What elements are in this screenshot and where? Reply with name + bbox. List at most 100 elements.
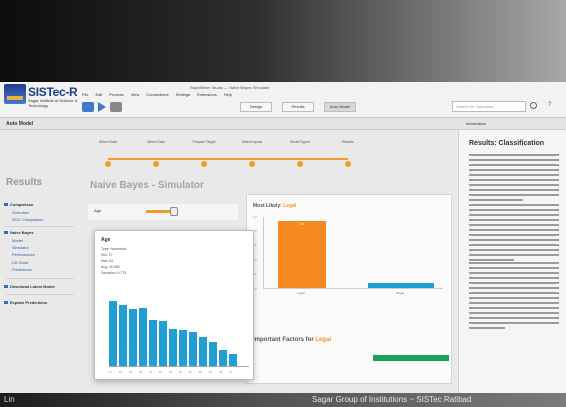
sidebar-item-simulator[interactable]: Simulator <box>12 245 29 250</box>
logo-subtitle: Sagar Institute of Science & Technology <box>28 98 78 108</box>
sidebar-divider <box>6 294 74 295</box>
histogram-bar <box>169 328 178 366</box>
histogram-bar <box>119 304 128 366</box>
most-likely-panel: Most Likely: Legal 0.93 Important Factor… <box>246 194 452 384</box>
step-select-task[interactable]: Select Task <box>136 140 176 172</box>
histogram-tick-label: 67 <box>209 371 212 374</box>
tooltip-stat: Deviation: 9.775 <box>101 271 127 275</box>
tooltip-stat: Type: Numerical <box>101 247 127 251</box>
stop-icon[interactable] <box>110 102 122 112</box>
sidebar-item-naive-bayes[interactable]: Naive Bayes <box>4 230 34 235</box>
information-panel: Results: Classification <box>458 130 566 393</box>
step-dot-icon[interactable] <box>345 161 351 167</box>
histogram-bar <box>209 342 218 366</box>
sidebar-item-performance[interactable]: Performance <box>12 252 35 257</box>
menu-item-connections[interactable]: Connections <box>146 92 168 97</box>
panel-header: Auto Model Information <box>0 118 566 130</box>
page-title: Naive Bayes - Simulator <box>90 180 204 191</box>
important-factor-bar <box>373 355 449 361</box>
sidebar-item-model[interactable]: Model <box>12 238 23 243</box>
attribute-tooltip: Age Type: Numerical Min: 17 Max: 81 Avg: 40… <box>94 230 254 380</box>
menu-item-view[interactable]: View <box>131 92 140 97</box>
process-steps: Select Data Select Task Prepare Target Sele… <box>99 140 354 167</box>
step-label: Select Data <box>98 140 118 144</box>
histogram-tick-label: 27 <box>129 371 132 374</box>
histogram-tick-label: 77 <box>229 371 232 374</box>
histogram-tick-label: 32 <box>139 371 142 374</box>
most-likely-value: Legal <box>283 203 297 209</box>
menu-item-edit[interactable]: Edit <box>95 92 102 97</box>
histogram-tick-label: 22 <box>119 371 122 374</box>
step-label: Model Types <box>290 140 310 144</box>
important-factors-value: Legal <box>315 337 332 343</box>
histogram-bar <box>219 349 228 366</box>
histogram-bar <box>159 321 168 366</box>
age-input-row: Age <box>88 204 238 220</box>
step-dot-icon[interactable] <box>297 161 303 167</box>
most-likely-title: Most Likely: Legal <box>253 203 297 209</box>
search-icon[interactable] <box>530 102 537 109</box>
logo-title: SISTec-R <box>28 85 78 99</box>
tooltip-title: Age <box>101 237 111 243</box>
view-button-results[interactable]: Results <box>282 102 314 112</box>
step-select-inputs[interactable]: Select Inputs <box>232 140 272 172</box>
tooltip-stat: Max: 81 <box>101 259 114 263</box>
tooltip-stat: Min: 17 <box>101 253 113 257</box>
logo-mark-icon <box>4 84 26 104</box>
presentation-footer: Lin Sagar Group of Institutions ~ SISTec… <box>0 393 566 407</box>
step-prepare-target[interactable]: Prepare Target <box>184 140 224 172</box>
menu-item-help[interactable]: Help <box>224 92 232 97</box>
toolbar: SISTec-R Sagar Institute of Science & Te… <box>0 82 566 118</box>
view-switcher: Design Results Auto Model <box>240 102 356 112</box>
step-label: Results <box>342 140 354 144</box>
sidebar-item-lift-chart[interactable]: Lift Chart <box>12 260 28 265</box>
histogram-bar <box>199 337 208 366</box>
sidebar-item-explain-predictions[interactable]: Explain Predictions <box>3 300 47 305</box>
footer-right-text: Sagar Group of Institutions ~ SISTec Rat… <box>312 395 472 404</box>
step-dot-icon[interactable] <box>201 161 207 167</box>
step-dot-icon[interactable] <box>249 161 255 167</box>
age-histogram <box>109 295 249 367</box>
help-icon[interactable]: ? <box>548 102 551 108</box>
step-dot-icon[interactable] <box>153 161 159 167</box>
x-category-label: Illegal <box>396 291 404 295</box>
run-icon[interactable] <box>98 102 106 112</box>
histogram-bar <box>149 319 158 366</box>
step-dot-icon[interactable] <box>105 161 111 167</box>
step-model-types[interactable]: Model Types <box>280 140 320 172</box>
step-label: Prepare Target <box>192 140 216 144</box>
sidebar-item-download-latest-model[interactable]: Download Latest Model <box>4 284 55 289</box>
age-slider-handle[interactable] <box>170 207 178 216</box>
step-results[interactable]: Results <box>328 140 368 172</box>
sidebar-item-predictions[interactable]: Predictions <box>12 267 32 272</box>
menu-item-file[interactable]: File <box>82 92 88 97</box>
results-sidebar: Results Comparison Overview ROC Comparison… <box>0 174 82 393</box>
sidebar-divider <box>6 278 74 279</box>
sidebar-item-overview[interactable]: Overview <box>12 210 29 215</box>
histogram-tick-label: 17 <box>109 371 112 374</box>
histogram-bar <box>139 307 148 366</box>
menu-item-settings[interactable]: Settings <box>176 92 190 97</box>
new-process-icon[interactable] <box>82 102 94 112</box>
histogram-bar <box>129 308 138 366</box>
tab-information[interactable]: Information <box>466 121 486 126</box>
histogram-tick-label: 37 <box>149 371 152 374</box>
tooltip-stat: Avg: 40.083 <box>101 265 120 269</box>
sidebar-item-roc-comparison[interactable]: ROC Comparison <box>12 217 44 222</box>
histogram-tick-label: 47 <box>169 371 172 374</box>
operator-search-input[interactable]: Search for Operators <box>452 101 526 112</box>
view-button-design[interactable]: Design <box>240 102 272 112</box>
menu-item-extensions[interactable]: Extensions <box>197 92 217 97</box>
histogram-bar <box>109 301 118 366</box>
step-select-data[interactable]: Select Data <box>88 140 128 172</box>
menu-item-process[interactable]: Process <box>109 92 123 97</box>
histogram-tick-label: 52 <box>179 371 182 374</box>
toolbar-icons <box>82 102 122 112</box>
sidebar-item-comparison[interactable]: Comparison <box>3 202 33 207</box>
menubar: File Edit Process View Connections Settings Ex… <box>82 92 232 97</box>
important-factors-title: Important Factors for Legal <box>253 337 332 343</box>
view-button-auto-model[interactable]: Auto Model <box>324 102 356 112</box>
presentation-header-backdrop <box>0 0 566 82</box>
app-logo: SISTec-R Sagar Institute of Science & Te… <box>4 84 82 108</box>
step-label: Select Task <box>147 140 165 144</box>
